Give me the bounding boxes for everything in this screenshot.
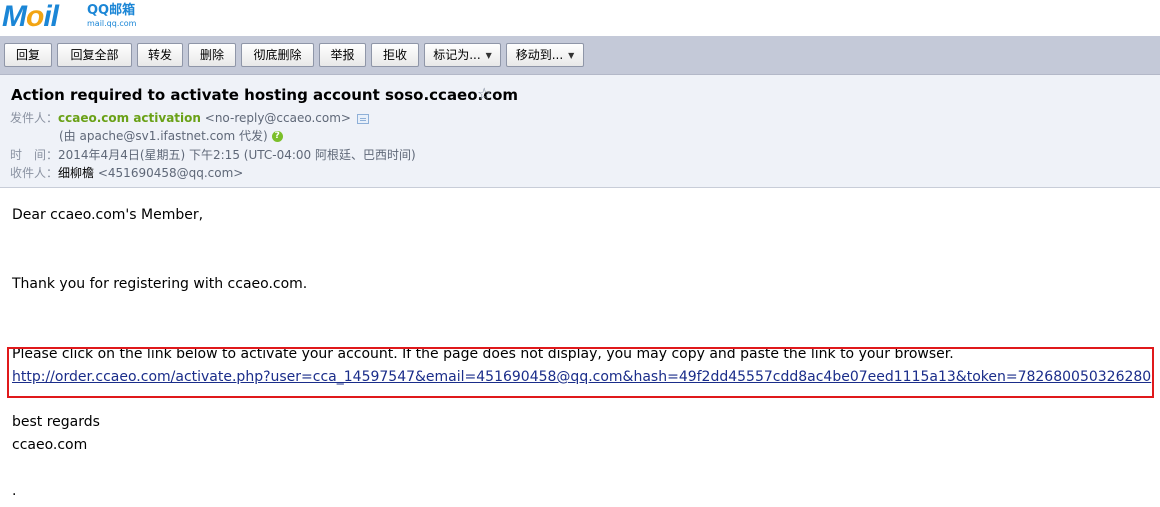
report-button[interactable]: 举报	[319, 43, 366, 67]
reply-all-button[interactable]: 回复全部	[57, 43, 132, 67]
time-label: 时 间：	[10, 148, 59, 162]
to-row: 收件人：细柳檐 <451690458@qq.com>	[10, 165, 243, 181]
mail-subject: Action required to activate hosting acco…	[11, 86, 519, 104]
mail-header: Action required to activate hosting acco…	[0, 75, 1160, 188]
logo-product-name: QQ邮箱	[87, 3, 136, 18]
greeting: Dear ccaeo.com's Member,	[12, 207, 204, 223]
forward-button[interactable]: 转发	[137, 43, 183, 67]
move-to-dropdown[interactable]: 移动到... ▼	[506, 43, 584, 67]
via-row: (由 apache@sv1.ifastnet.com 代发)?	[59, 128, 283, 144]
time-value: 2014年4月4日(星期五) 下午2:15 (UTC-04:00 阿根廷、巴西时…	[58, 148, 416, 162]
from-row: 发件人：ccaeo.com activation <no-reply@ccaeo…	[10, 110, 369, 126]
star-icon[interactable]: ☆	[477, 84, 491, 103]
to-label: 收件人：	[10, 166, 59, 180]
logo-mail-text: Moil	[2, 0, 59, 33]
mark-as-dropdown[interactable]: 标记为... ▼	[424, 43, 501, 67]
reject-button[interactable]: 拒收	[371, 43, 419, 67]
chevron-down-icon: ▼	[568, 50, 575, 60]
sender-address: <no-reply@ccaeo.com>	[204, 111, 351, 125]
via-text: (由 apache@sv1.ifastnet.com 代发)	[59, 129, 268, 143]
recipient-address: <451690458@qq.com>	[97, 166, 244, 180]
recipient-name[interactable]: 细柳檐	[58, 166, 94, 180]
move-to-label: 移动到...	[515, 48, 564, 62]
sender-name[interactable]: ccaeo.com activation	[58, 111, 201, 125]
qq-mail-logo[interactable]: Moil QQ邮箱 mail.qq.com	[0, 0, 300, 36]
trailing-text: .	[12, 483, 17, 499]
delete-permanently-button[interactable]: 彻底删除	[241, 43, 314, 67]
highlight-box	[7, 347, 1154, 398]
thanks-text: Thank you for registering with ccaeo.com…	[12, 276, 308, 292]
delete-button[interactable]: 删除	[188, 43, 236, 67]
chevron-down-icon: ▼	[485, 50, 492, 60]
time-row: 时 间：2014年4月4日(星期五) 下午2:15 (UTC-04:00 阿根廷…	[10, 147, 416, 163]
verified-icon[interactable]: ?	[271, 131, 283, 142]
contact-card-icon[interactable]	[357, 113, 369, 124]
regards-text: best regards	[12, 414, 100, 430]
from-label: 发件人：	[10, 111, 59, 125]
reply-button[interactable]: 回复	[4, 43, 52, 67]
signature-text: ccaeo.com	[12, 437, 88, 453]
logo-url: mail.qq.com	[87, 19, 137, 28]
mark-as-label: 标记为...	[433, 48, 481, 62]
mail-toolbar: 回复 回复全部 转发 删除 彻底删除 举报 拒收 标记为... ▼ 移动到... ▼	[0, 36, 1160, 75]
